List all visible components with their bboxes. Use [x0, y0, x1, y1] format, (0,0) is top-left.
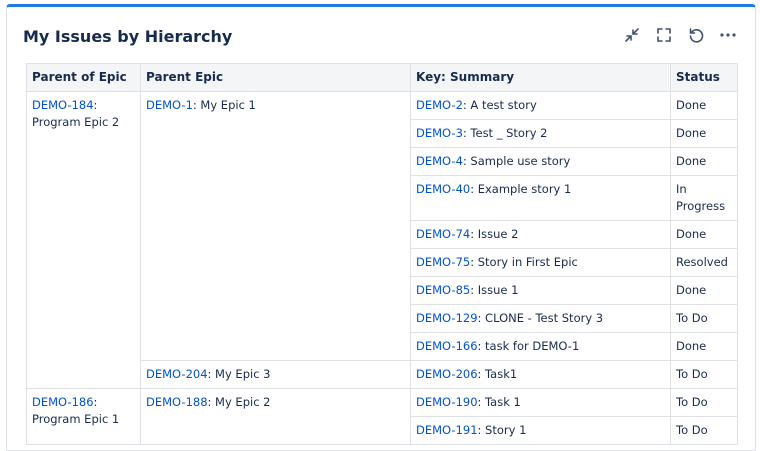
key-summary-cell: DEMO-40: Example story 1: [410, 175, 671, 221]
status-cell: Done: [670, 276, 738, 305]
issue-summary: : Issue 1: [470, 283, 519, 297]
gadget-panel: My Issues by Hierarchy Parent of Epic Pa…: [6, 4, 756, 451]
table-row: DEMO-184: Program Epic 2 DEMO-1: My Epic…: [26, 91, 738, 389]
issue-summary: : Story in First Epic: [470, 255, 578, 269]
issue-key-link[interactable]: DEMO-2: [416, 98, 463, 112]
parent-of-epic-cell: DEMO-186: Program Epic 1: [26, 388, 141, 445]
issue-summary: : Task 1: [477, 395, 521, 409]
issue-summary: : Issue 2: [470, 227, 519, 241]
collapse-button[interactable]: [623, 26, 641, 44]
gadget-title: My Issues by Hierarchy: [23, 27, 233, 46]
issue-summary: : task for DEMO-1: [477, 339, 580, 353]
table-row: DEMO-186: Program Epic 1 DEMO-188: My Ep…: [26, 388, 738, 445]
parent-epic-cell: DEMO-188: My Epic 2: [140, 388, 411, 445]
issue-summary: : Task1: [477, 367, 518, 381]
epic-issue-link[interactable]: DEMO-188: [146, 395, 208, 409]
fullscreen-button[interactable]: [655, 26, 673, 44]
column-header-status[interactable]: Status: [670, 63, 738, 92]
hierarchy-table: Parent of Epic Parent Epic Key: Summary …: [26, 63, 738, 445]
issue-key-link[interactable]: DEMO-4: [416, 154, 463, 168]
column-header-key-summary[interactable]: Key: Summary: [410, 63, 671, 92]
issue-summary: : CLONE - Test Story 3: [477, 311, 604, 325]
issue-key-link[interactable]: DEMO-40: [416, 182, 470, 196]
status-cell: To Do: [670, 416, 738, 445]
fullscreen-icon: [657, 28, 671, 42]
issue-key-link[interactable]: DEMO-190: [416, 395, 478, 409]
key-summary-cell: DEMO-191: Story 1: [410, 416, 671, 445]
more-button[interactable]: [719, 26, 737, 44]
key-summary-cell: DEMO-85: Issue 1: [410, 276, 671, 305]
parent-epic-cell: DEMO-1: My Epic 1: [140, 91, 411, 361]
column-header-parent-epic[interactable]: Parent Epic: [140, 63, 411, 92]
epic-issue-link[interactable]: DEMO-204: [146, 367, 208, 381]
key-summary-cell: DEMO-2: A test story: [410, 91, 671, 120]
parent-of-epic-cell: DEMO-184: Program Epic 2: [26, 91, 141, 389]
refresh-button[interactable]: [687, 26, 705, 44]
gadget-toolbar: [623, 26, 737, 44]
status-cell: Done: [670, 147, 738, 176]
column-header-parent-of-epic[interactable]: Parent of Epic: [26, 63, 141, 92]
key-summary-cell: DEMO-190: Task 1: [410, 388, 671, 417]
status-cell: Done: [670, 119, 738, 148]
issue-key-link[interactable]: DEMO-166: [416, 339, 478, 353]
issue-summary: : Sample use story: [462, 154, 571, 168]
epic-issue-name: : My Epic 3: [207, 367, 271, 381]
status-cell: Done: [670, 220, 738, 249]
parent-epic-cell: DEMO-204: My Epic 3: [140, 360, 411, 389]
epic-issue-link[interactable]: DEMO-1: [146, 98, 193, 112]
more-icon: [720, 33, 736, 37]
collapse-icon: [625, 28, 639, 42]
issue-key-link[interactable]: DEMO-74: [416, 227, 470, 241]
epic-issue-name: : My Epic 1: [192, 98, 256, 112]
epic-issue-name: : My Epic 2: [207, 395, 271, 409]
status-cell: Resolved: [670, 248, 738, 277]
status-cell: Done: [670, 91, 738, 120]
key-summary-cell: DEMO-129: CLONE - Test Story 3: [410, 304, 671, 333]
issue-summary: : Example story 1: [470, 182, 572, 196]
issue-key-link[interactable]: DEMO-129: [416, 311, 478, 325]
issue-summary: : A test story: [462, 98, 537, 112]
parent-issue-link[interactable]: DEMO-186: [32, 395, 94, 409]
issue-key-link[interactable]: DEMO-206: [416, 367, 478, 381]
refresh-icon: [689, 28, 704, 43]
parent-separator: :: [93, 395, 98, 409]
parent-separator: :: [93, 98, 98, 112]
issue-summary: : Test _ Story 2: [462, 126, 548, 140]
key-summary-cell: DEMO-4: Sample use story: [410, 147, 671, 176]
status-cell: To Do: [670, 304, 738, 333]
issue-summary: : Story 1: [477, 423, 527, 437]
issue-key-link[interactable]: DEMO-75: [416, 255, 470, 269]
issue-key-link[interactable]: DEMO-3: [416, 126, 463, 140]
parent-issue-link[interactable]: DEMO-184: [32, 98, 94, 112]
key-summary-cell: DEMO-75: Story in First Epic: [410, 248, 671, 277]
key-summary-cell: DEMO-206: Task1: [410, 360, 671, 389]
key-summary-cell: DEMO-74: Issue 2: [410, 220, 671, 249]
status-cell: To Do: [670, 388, 738, 417]
parent-issue-name: Program Epic 2: [32, 115, 120, 129]
status-cell: To Do: [670, 360, 738, 389]
issue-key-link[interactable]: DEMO-191: [416, 423, 478, 437]
key-summary-cell: DEMO-166: task for DEMO-1: [410, 332, 671, 361]
issue-key-link[interactable]: DEMO-85: [416, 283, 470, 297]
status-cell: In Progress: [670, 175, 738, 221]
table-header-row: Parent of Epic Parent Epic Key: Summary …: [26, 63, 738, 92]
key-summary-cell: DEMO-3: Test _ Story 2: [410, 119, 671, 148]
parent-issue-name: Program Epic 1: [32, 412, 120, 426]
status-cell: Done: [670, 332, 738, 361]
